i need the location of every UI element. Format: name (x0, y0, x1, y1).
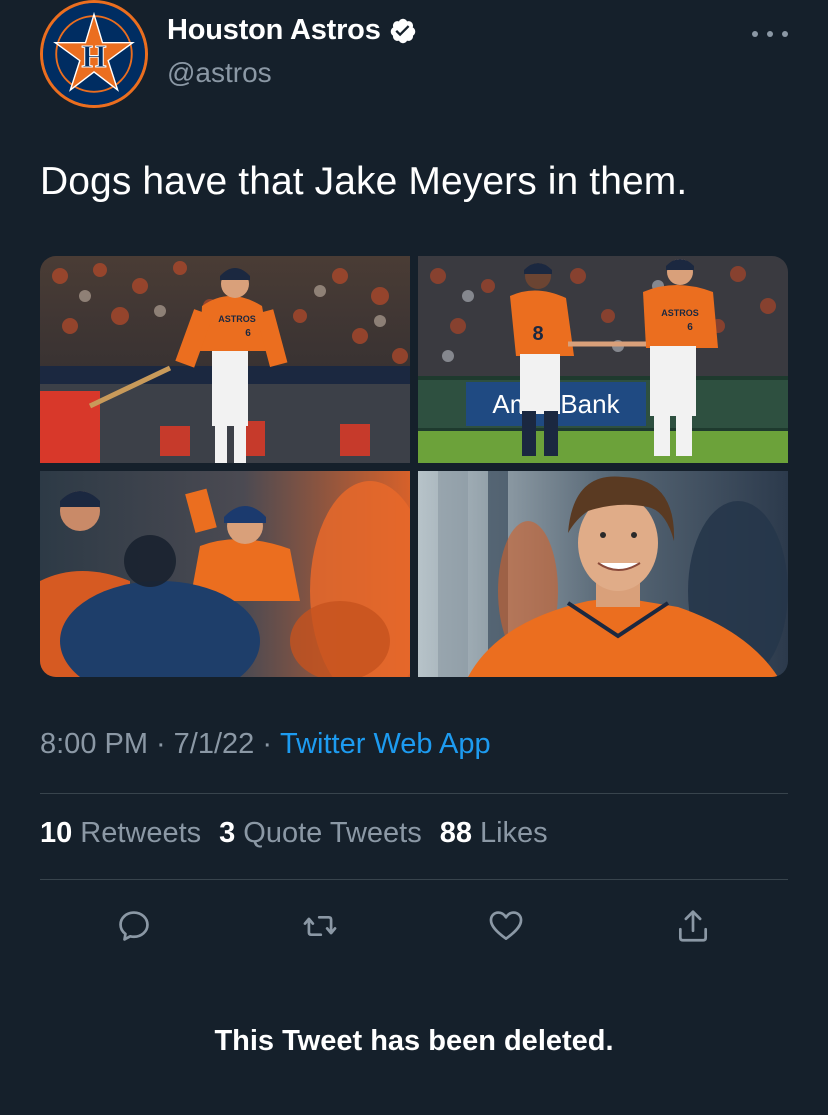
tweet-time[interactable]: 8:00 PM (40, 728, 148, 761)
retweets-label: Retweets (80, 817, 202, 849)
astros-logo-icon: H (43, 3, 145, 105)
more-dot (767, 31, 773, 37)
quote-tweets-count: 3 (219, 817, 236, 849)
photo-2[interactable]: AmeriBank 8 ASTROS 6 (418, 256, 788, 463)
author-display-name[interactable]: Houston Astros (167, 14, 381, 47)
likes-count: 88 (439, 817, 472, 849)
share-icon (678, 910, 708, 942)
photo-3[interactable] (40, 471, 410, 677)
photo-1-jersey-text: ASTROS (218, 314, 256, 324)
divider (40, 793, 788, 794)
likes-label: Likes (479, 817, 548, 849)
more-options-button[interactable] (752, 22, 788, 46)
retweets-stat[interactable]: 10 Retweets (40, 817, 201, 850)
photo-1[interactable]: ASTROS 6 (40, 256, 410, 463)
reply-icon (119, 911, 149, 941)
separator: · (156, 728, 166, 760)
media-grid: ASTROS 6 AmeriBank (40, 256, 788, 677)
retweets-count: 10 (40, 817, 73, 849)
deleted-tweet-notice: This Tweet has been deleted. (214, 1025, 614, 1057)
like-button[interactable] (484, 904, 528, 948)
share-button[interactable] (671, 904, 715, 948)
quote-tweets-stat[interactable]: 3 Quote Tweets (219, 817, 422, 850)
photo-2-left-number: 8 (532, 323, 543, 345)
author-handle[interactable]: @astros (167, 57, 272, 89)
more-dot (782, 31, 788, 37)
more-dot (752, 31, 758, 37)
avatar[interactable]: H (40, 0, 148, 108)
photo-1-jersey-number: 6 (245, 328, 251, 339)
retweet-icon (303, 915, 337, 937)
divider (40, 879, 788, 880)
photo-4[interactable] (418, 471, 788, 677)
verified-badge-icon (389, 17, 417, 45)
tweet-source-link[interactable]: Twitter Web App (280, 728, 491, 761)
tweet-actions-row (0, 904, 828, 948)
likes-stat[interactable]: 88 Likes (440, 817, 548, 850)
photo-2-right-jersey-text: ASTROS (661, 308, 699, 318)
author-name-row[interactable]: Houston Astros (167, 14, 417, 47)
separator: · (262, 728, 272, 760)
tweet-text: Dogs have that Jake Meyers in them. (40, 160, 688, 203)
tweet-stats-row: 10 Retweets 3 Quote Tweets 88 Likes (40, 817, 548, 850)
like-icon (489, 911, 523, 941)
retweet-button[interactable] (298, 904, 342, 948)
tweet-timestamp-row: 8:00 PM · 7/1/22 · Twitter Web App (40, 728, 491, 761)
photo-2-right-number: 6 (687, 322, 693, 333)
avatar-letter: H (82, 38, 107, 74)
quote-tweets-label: Quote Tweets (243, 817, 422, 849)
tweet-date[interactable]: 7/1/22 (174, 728, 255, 761)
reply-button[interactable] (112, 904, 156, 948)
